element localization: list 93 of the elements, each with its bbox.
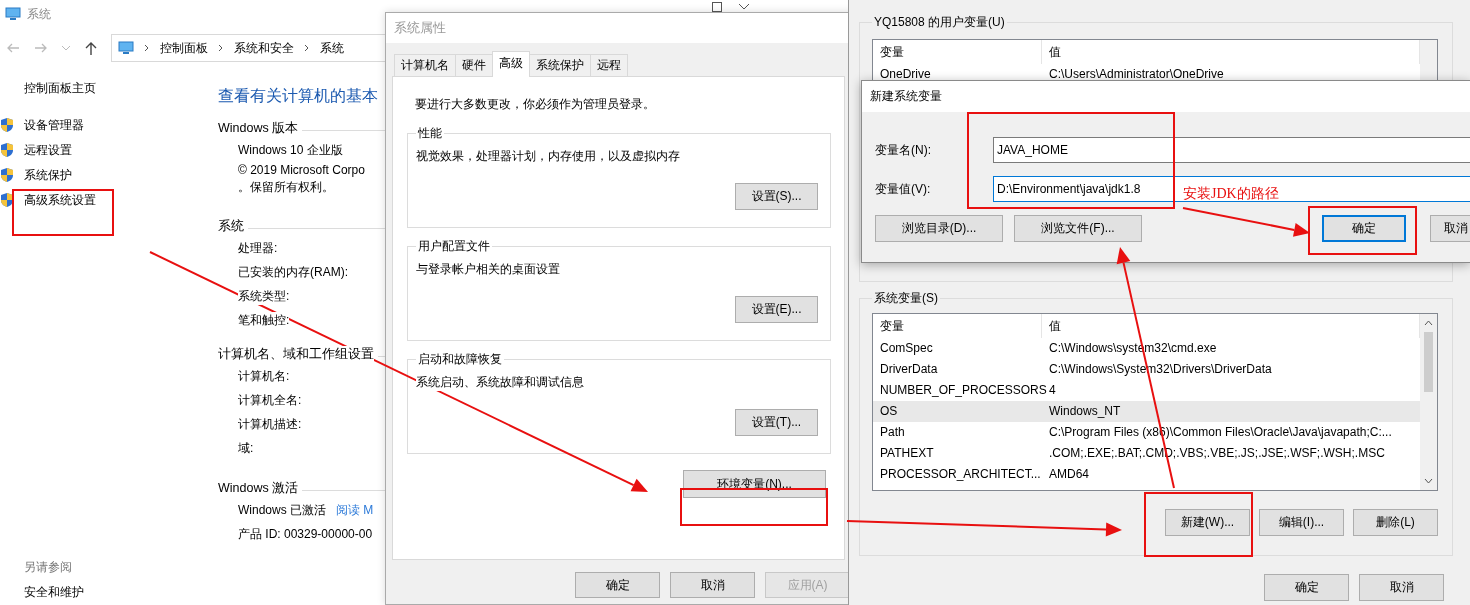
group-title: 性能	[417, 125, 443, 142]
window-title: 新建系统变量	[870, 88, 942, 105]
table-cell-text: OS	[879, 403, 899, 420]
group-title: 用户配置文件	[417, 238, 491, 255]
variable-button[interactable]: 新建(W)...	[1165, 509, 1250, 536]
computer-icon	[118, 41, 134, 55]
scroll-up-icon	[1424, 320, 1433, 326]
breadcrumb-item[interactable]: 系统	[320, 39, 344, 57]
page-heading: 查看有关计算机的基本	[218, 86, 378, 106]
maximize-icon	[712, 2, 722, 12]
variable-button[interactable]: 编辑(I)...	[1259, 509, 1344, 536]
sidebar-link[interactable]: 控制面板主页	[24, 78, 218, 98]
sidebar-link[interactable]: 设备管理器	[24, 114, 84, 135]
info-text: Windows 已激活	[238, 501, 326, 519]
table-cell-text: Path	[879, 424, 906, 441]
dialog-button[interactable]: 取消	[670, 572, 755, 598]
info-label: 处理器:	[238, 239, 278, 257]
info-label: 系统类型:	[238, 287, 290, 305]
info-label: 域:	[238, 439, 254, 457]
group-title: 系统变量(S)	[873, 290, 939, 307]
table-cell-text: AMD64	[1048, 466, 1090, 483]
tab[interactable]: 计算机名	[394, 54, 456, 76]
tab[interactable]: 高级	[492, 51, 530, 77]
dropdown-icon	[61, 43, 71, 53]
scrollbar[interactable]	[1420, 314, 1437, 490]
computer-icon	[5, 7, 21, 21]
sidebar-link[interactable]: 安全和维护	[24, 582, 218, 602]
info-label: 产品 ID: 00329-00000-00	[238, 525, 373, 543]
field-label: 变量值(V):	[875, 180, 932, 198]
section-heading: 另请参阅	[24, 559, 73, 576]
settings-button[interactable]: 设置(E)...	[735, 296, 818, 323]
group-description: 视觉效果，处理器计划，内存使用，以及虚拟内存	[416, 147, 680, 165]
copyright-text: © 2019 Microsoft Corpo 。保留所有权利。	[238, 162, 365, 196]
table-cell-text: OneDrive	[879, 66, 932, 83]
settings-button[interactable]: 设置(S)...	[735, 183, 818, 210]
field-label: 变量名(N):	[875, 141, 932, 159]
dialog-button[interactable]: 确定	[575, 572, 660, 598]
info-label: 笔和触控:	[238, 311, 290, 329]
section-heading: Windows 版本	[218, 119, 299, 137]
group-description: 与登录帐户相关的桌面设置	[416, 260, 560, 278]
section-heading: 计算机名、域和工作组设置	[218, 345, 374, 363]
tab[interactable]: 远程	[590, 54, 628, 76]
chevron-icon	[218, 44, 224, 52]
dialog-button[interactable]: 浏览文件(F)...	[1014, 215, 1142, 242]
table-cell-text: ComSpec	[879, 340, 934, 357]
info-label: 计算机描述:	[238, 415, 302, 433]
table-cell-text: Windows_NT	[1048, 403, 1122, 420]
table-row[interactable]: PROCESSOR_ARCHITECT... AMD64	[873, 464, 1420, 485]
section-heading: 系统	[218, 217, 244, 235]
settings-button[interactable]: 设置(T)...	[735, 409, 818, 436]
breadcrumb-item[interactable]: 控制面板	[160, 39, 208, 57]
annotation-text: 安装JDK的路径	[1183, 185, 1279, 203]
column-header[interactable]: 变量	[873, 40, 1042, 64]
section-heading: Windows 激活	[218, 479, 299, 497]
notice-text: 要进行大多数更改，你必须作为管理员登录。	[414, 96, 656, 113]
info-label: 已安装的内存(RAM):	[238, 263, 348, 281]
window-title: 系统	[27, 5, 51, 23]
table-cell-text: C:\Users\Administrator\OneDrive	[1048, 66, 1225, 83]
dialog-button[interactable]: 浏览目录(D)...	[875, 215, 1003, 242]
dialog-button[interactable]: 确定	[1264, 574, 1349, 601]
shield-icon	[0, 166, 14, 183]
link[interactable]: 阅读 M	[336, 501, 374, 519]
sidebar-link[interactable]: 高级系统设置	[24, 189, 96, 210]
info-label: 计算机全名:	[238, 391, 302, 409]
scroll-down-icon	[1424, 478, 1433, 484]
info-label: 计算机名:	[238, 367, 290, 385]
up-icon	[83, 40, 99, 56]
column-header[interactable]: 变量	[873, 314, 1042, 338]
dialog-button[interactable]: 确定	[1322, 215, 1406, 242]
dialog-button[interactable]: 取消	[1359, 574, 1444, 601]
chevron-icon	[144, 44, 150, 52]
breadcrumb-item[interactable]: 系统和安全	[234, 39, 294, 57]
shield-icon	[0, 191, 14, 208]
group-title: 启动和故障恢复	[417, 351, 503, 368]
shield-icon	[0, 116, 14, 133]
dialog-button[interactable]: 取消	[1430, 215, 1470, 242]
shield-icon	[0, 141, 14, 158]
input-field[interactable]: JAVA_HOME	[993, 137, 1470, 163]
info-label: Windows 10 企业版	[238, 141, 343, 159]
table-cell-text: 4	[1048, 382, 1057, 399]
sidebar-link[interactable]: 系统保护	[24, 164, 72, 185]
table-row[interactable]: NUMBER_OF_PROCESSORS 4	[873, 380, 1420, 401]
sidebar-link[interactable]: 远程设置	[24, 139, 72, 160]
table-cell-text: PATHEXT	[879, 445, 935, 462]
scroll-thumb[interactable]	[1424, 332, 1433, 392]
group-title: YQ15808 的用户变量(U)	[873, 14, 1006, 31]
variable-button[interactable]: 删除(L)	[1353, 509, 1438, 536]
window-title: 系统属性	[394, 19, 446, 37]
table-cell-text: PROCESSOR_ARCHITECT...	[879, 466, 1042, 483]
table-row[interactable]: OS Windows_NT	[873, 401, 1420, 422]
group-description: 系统启动、系统故障和调试信息	[416, 373, 584, 391]
chevron-icon	[304, 44, 310, 52]
table-cell-text: DriverData	[879, 361, 939, 378]
